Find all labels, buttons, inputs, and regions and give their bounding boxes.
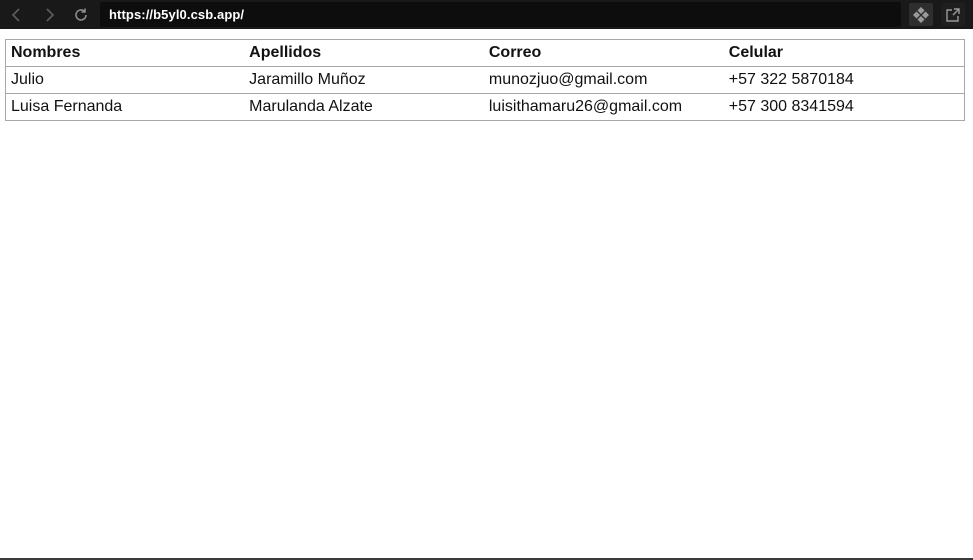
- cell-correo: luisithamaru26@gmail.com: [483, 93, 724, 121]
- cell-nombres: Luisa Fernanda: [5, 93, 245, 121]
- cell-celular: +57 300 8341594: [723, 93, 965, 121]
- chevron-right-icon: [46, 7, 55, 22]
- cell-correo: munozjuo@gmail.com: [483, 66, 724, 94]
- cell-celular: +57 322 5870184: [723, 66, 965, 94]
- external-window-icon: [946, 7, 960, 22]
- page-content: Nombres Apellidos Correo Celular Julio J…: [0, 29, 973, 558]
- table-row: Julio Jaramillo Muñoz munozjuo@gmail.com…: [5, 66, 965, 94]
- open-new-window-button[interactable]: [941, 3, 965, 26]
- header-apellidos: Apellidos: [244, 39, 484, 67]
- chevron-left-icon: [11, 7, 20, 22]
- address-bar[interactable]: https://b5yl0.csb.app/: [100, 2, 901, 27]
- header-nombres: Nombres: [5, 39, 245, 67]
- refresh-button[interactable]: [65, 0, 97, 29]
- back-button[interactable]: [1, 0, 33, 29]
- table-header-row: Nombres Apellidos Correo Celular: [5, 39, 965, 67]
- forward-button[interactable]: [33, 0, 65, 29]
- url-text: https://b5yl0.csb.app/: [109, 7, 245, 22]
- codesandbox-icon: [913, 6, 929, 23]
- contacts-table: Nombres Apellidos Correo Celular Julio J…: [5, 39, 965, 121]
- cell-nombres: Julio: [5, 66, 245, 94]
- header-celular: Celular: [723, 39, 965, 67]
- cell-apellidos: Marulanda Alzate: [244, 93, 484, 121]
- open-sandbox-button[interactable]: [909, 3, 933, 26]
- header-correo: Correo: [483, 39, 724, 67]
- table-row: Luisa Fernanda Marulanda Alzate luisitha…: [5, 93, 965, 121]
- browser-toolbar: https://b5yl0.csb.app/: [0, 0, 973, 29]
- cell-apellidos: Jaramillo Muñoz: [244, 66, 484, 94]
- refresh-icon: [75, 8, 87, 21]
